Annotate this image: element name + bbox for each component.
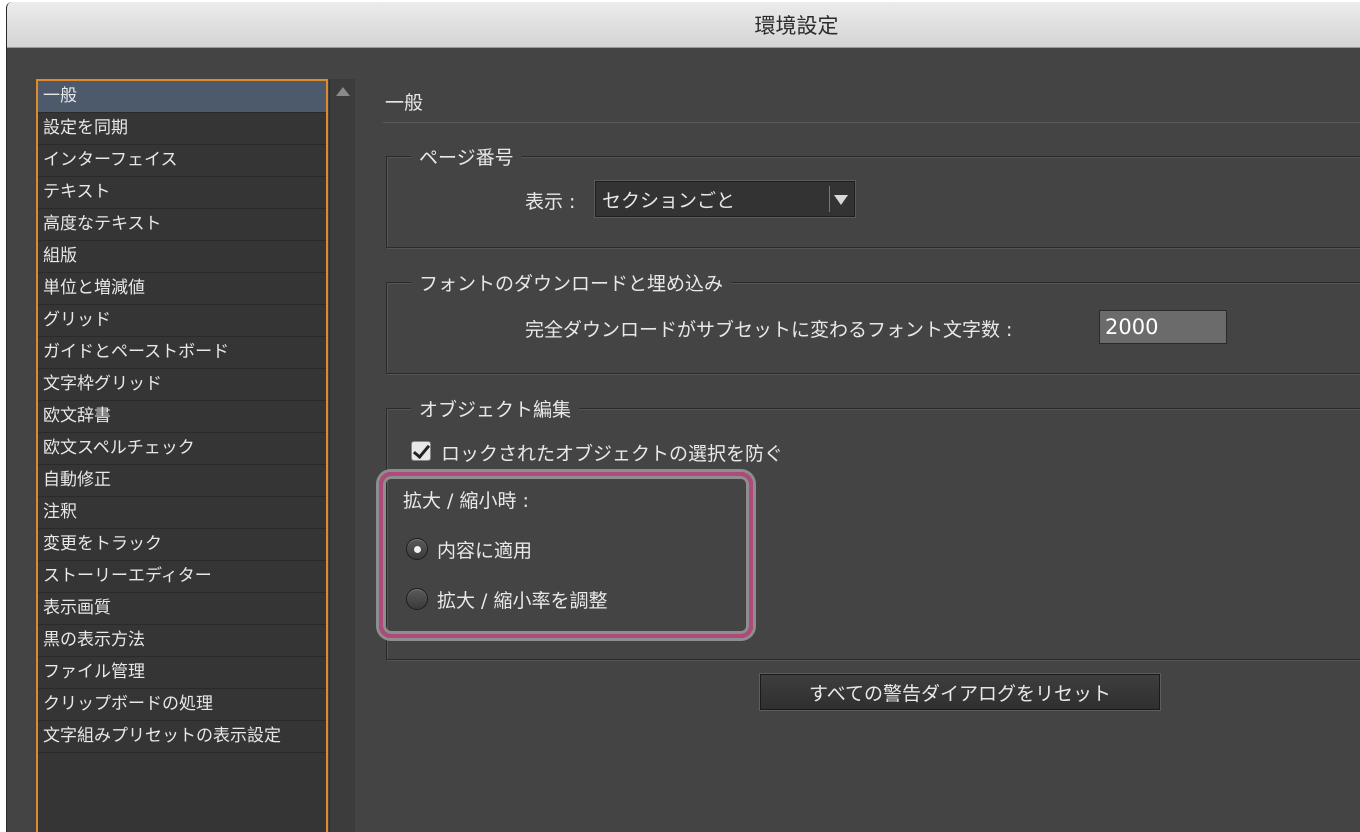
title-bar[interactable]: 環境設定 [7,2,1360,48]
sidebar-item-mojikumi-display[interactable]: 文字組みプリセットの表示設定 [38,721,326,753]
font-download-group: フォントのダウンロードと埋め込み 完全ダウンロードがサブセットに変わるフォント文… [386,269,1360,374]
scaling-label: 拡大 / 縮小時 : [403,490,529,512]
page-numbers-group-title: ページ番号 [411,143,522,170]
font-threshold-label: 完全ダウンロードがサブセットに変わるフォント文字数 : [525,319,1013,341]
chevron-down-icon [834,195,848,205]
font-download-group-title: フォントのダウンロードと埋め込み [411,269,732,296]
prevent-locked-selection-checkbox[interactable] [411,441,431,461]
preferences-window: 環境設定 一般 設定を同期 インターフェイス テキスト 高度なテキスト 組版 単… [6,2,1360,832]
sidebar-item-general[interactable]: 一般 [38,81,326,113]
window-title: 環境設定 [754,13,839,38]
font-threshold-input[interactable]: 2000 [1099,310,1227,344]
page-numbers-group: ページ番号 表示 : セクションごと [386,143,1360,248]
sidebar-item-text[interactable]: テキスト [38,177,326,209]
scaling-options-highlight: 拡大 / 縮小時 : 内容に適用 拡大 / 縮小率を調整 [379,472,753,638]
sidebar-item-guides-pasteboard[interactable]: ガイドとペーストボード [38,337,326,369]
category-list[interactable]: 一般 設定を同期 インターフェイス テキスト 高度なテキスト 組版 単位と増減値… [36,79,328,832]
sidebar-item-composition[interactable]: 組版 [38,241,326,273]
sidebar-item-file-handling[interactable]: ファイル管理 [38,657,326,689]
sidebar-item-advanced-text[interactable]: 高度なテキスト [38,209,326,241]
page-number-display-dropdown[interactable]: セクションごと [595,181,855,217]
apply-to-content-label[interactable]: 内容に適用 [437,536,532,563]
page-title: 一般 [385,92,424,114]
prevent-locked-selection-label[interactable]: ロックされたオブジェクトの選択を防ぐ [441,439,783,466]
settings-panel: 一般 ページ番号 表示 : セクションごと フォントのダウンロードと埋め込み 完… [379,80,1360,820]
sidebar-item-dictionary[interactable]: 欧文辞書 [38,401,326,433]
apply-to-content-radio[interactable] [406,538,428,560]
sidebar-item-spelling[interactable]: 欧文スペルチェック [38,433,326,465]
sidebar-item-grids[interactable]: グリッド [38,305,326,337]
category-list-scrollbar[interactable] [329,79,355,832]
object-editing-group-title: オブジェクト編集 [411,395,580,422]
adjust-scaling-label[interactable]: 拡大 / 縮小率を調整 [437,586,607,613]
sidebar-item-appearance-of-black[interactable]: 黒の表示方法 [38,625,326,657]
sidebar-item-notes[interactable]: 注釈 [38,497,326,529]
sidebar-item-autocorrect[interactable]: 自動修正 [38,465,326,497]
sidebar-item-frame-grid[interactable]: 文字枠グリッド [38,369,326,401]
reset-all-warning-dialogs-button[interactable]: すべての警告ダイアログをリセット [760,674,1160,710]
sidebar-item-interface[interactable]: インターフェイス [38,145,326,177]
title-divider [383,122,1360,123]
sidebar-item-units-increments[interactable]: 単位と増減値 [38,273,326,305]
sidebar-item-display-performance[interactable]: 表示画質 [38,593,326,625]
sidebar-item-story-editor[interactable]: ストーリーエディター [38,561,326,593]
sidebar-item-clipboard-handling[interactable]: クリップボードの処理 [38,689,326,721]
display-label: 表示 : [525,191,576,213]
sidebar-item-track-changes[interactable]: 変更をトラック [38,529,326,561]
scroll-up-arrow-icon[interactable] [336,87,350,96]
adjust-scaling-radio[interactable] [406,588,428,610]
sidebar-item-sync-settings[interactable]: 設定を同期 [38,113,326,145]
page-number-display-value: セクションごと [602,190,736,212]
